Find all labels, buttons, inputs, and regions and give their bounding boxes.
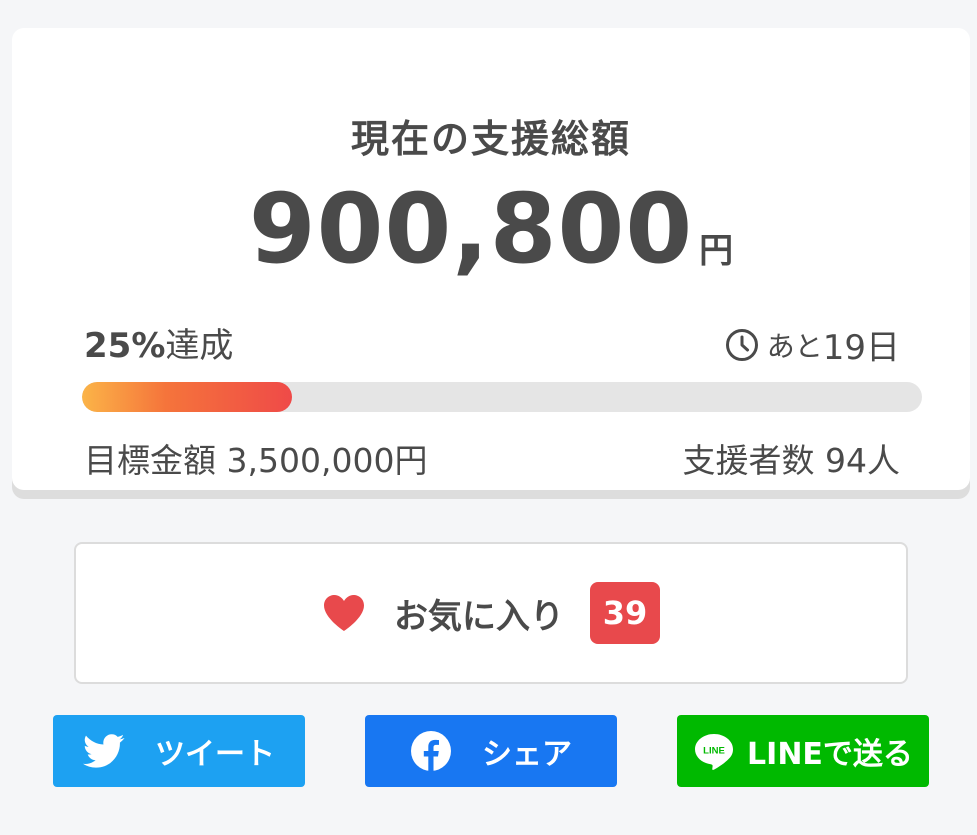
facebook-f-icon [411, 731, 451, 771]
progress-bar-fill [82, 382, 292, 412]
achievement-rate-number: 25% [84, 326, 166, 366]
heart-icon [324, 595, 364, 631]
progress-bar [82, 382, 922, 412]
total-amount-value: 900,800 [248, 173, 694, 285]
svg-text:LINE: LINE [703, 746, 725, 757]
twitter-bird-icon [83, 734, 125, 768]
favorite-button[interactable]: お気に入り 39 [74, 542, 908, 684]
total-support-title: 現在の支援総額 [350, 117, 631, 161]
facebook-share-button[interactable]: シェア [365, 715, 617, 787]
goal-amount: 目標金額 3,500,000円 [84, 441, 428, 480]
favorite-count-badge: 39 [590, 582, 660, 644]
total-amount-unit: 円 [699, 231, 734, 271]
total-amount-row: 900,800 円 [12, 173, 970, 285]
tweet-label: ツイート [155, 737, 275, 772]
funding-summary-card: 現在の支援総額 900,800 円 25%達成 あと 19日 目標金額 3,500,… [12, 28, 970, 490]
tweet-button[interactable]: ツイート [53, 715, 305, 787]
days-remaining-prefix: あと [766, 329, 823, 363]
achievement-rate: 25%達成 [84, 318, 233, 367]
favorite-label: お気に入り [394, 596, 564, 637]
achievement-rate-suffix: 達成 [165, 326, 234, 366]
line-logo-icon: LINE [695, 734, 734, 770]
days-remaining: あと 19日 [725, 320, 900, 369]
line-share-button[interactable]: LINE LINEで送る [677, 715, 929, 787]
days-remaining-value: 19日 [822, 328, 900, 368]
facebook-share-label: シェア [482, 737, 572, 772]
line-share-label: LINEで送る [747, 737, 913, 772]
clock-icon [725, 328, 758, 361]
supporter-count: 支援者数 94人 [682, 441, 900, 480]
